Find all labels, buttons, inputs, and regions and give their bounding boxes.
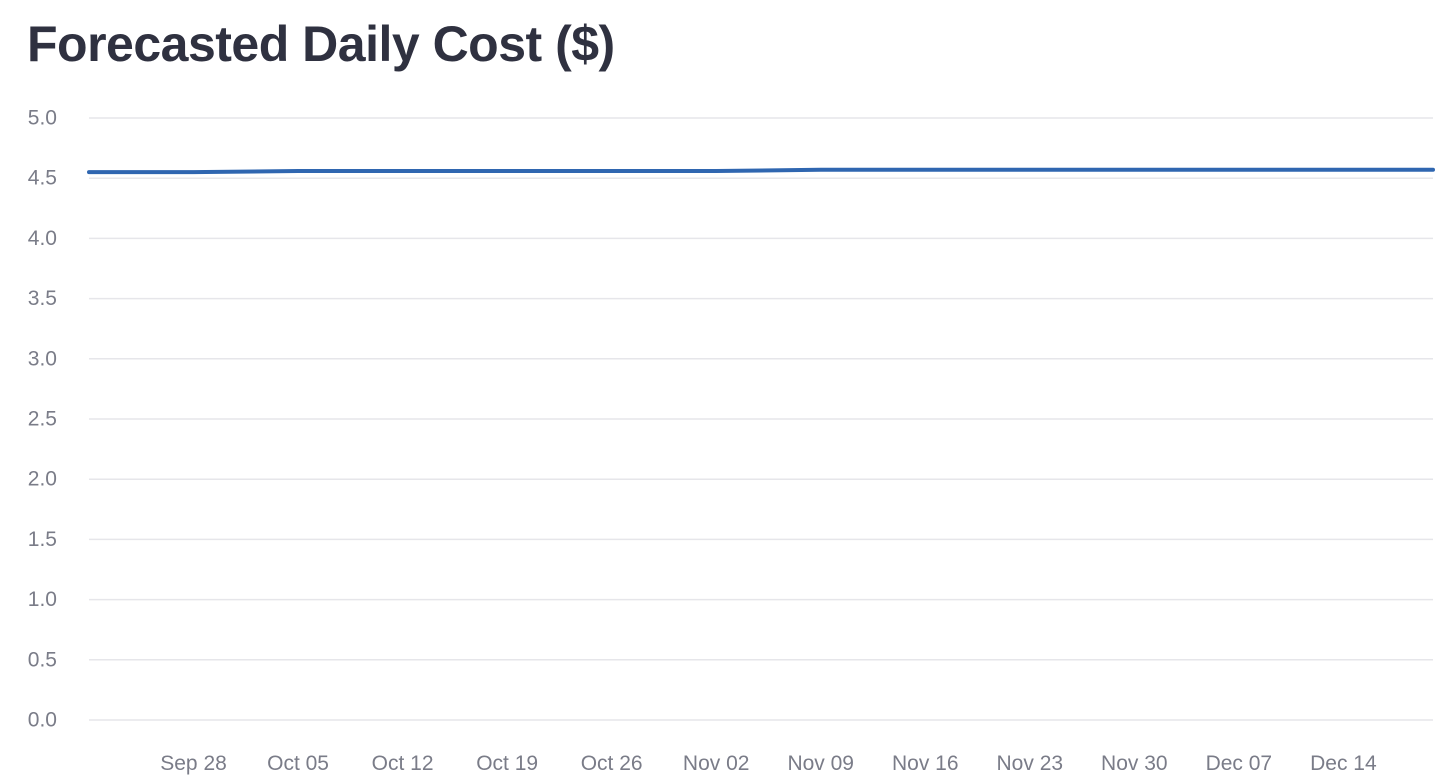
- y-axis: 0.0 0.5 1.0 1.5 2.0 2.5 3.0 3.5 4.0 4.5 5.0: [28, 107, 57, 732]
- x-tick-label: Dec 14: [1310, 752, 1377, 775]
- y-tick-label: 1.0: [28, 588, 57, 611]
- y-tick-label: 1.5: [28, 528, 57, 551]
- chart-area: 0.0 0.5 1.0 1.5 2.0 2.5 3.0 3.5 4.0 4.5 5.0 Sep 28…: [0, 0, 1448, 782]
- y-tick-label: 0.5: [28, 648, 57, 671]
- y-tick-label: 4.5: [28, 167, 57, 190]
- x-tick-label: Nov 16: [892, 752, 959, 775]
- x-tick-label: Nov 30: [1101, 752, 1168, 775]
- x-tick-label: Dec 07: [1206, 752, 1273, 775]
- x-tick-label: Oct 05: [267, 752, 329, 775]
- y-tick-label: 0.0: [28, 709, 57, 732]
- gridlines: [89, 117, 1433, 721]
- x-tick-label: Nov 09: [787, 752, 854, 775]
- y-tick-label: 4.0: [28, 227, 57, 250]
- y-tick-label: 5.0: [28, 107, 57, 130]
- x-tick-label: Oct 19: [476, 752, 538, 775]
- x-tick-label: Oct 12: [372, 752, 434, 775]
- y-tick-label: 3.5: [28, 287, 57, 310]
- series-line: [87, 167, 1435, 175]
- x-tick-label: Nov 02: [683, 752, 750, 775]
- y-tick-label: 2.5: [28, 408, 57, 431]
- y-tick-label: 3.0: [28, 347, 57, 370]
- x-tick-label: Sep 28: [160, 752, 227, 775]
- x-tick-label: Nov 23: [997, 752, 1064, 775]
- line-chart: 0.0 0.5 1.0 1.5 2.0 2.5 3.0 3.5 4.0 4.5 5.0 Sep 28…: [28, 107, 1435, 775]
- x-axis: Sep 28 Oct 05 Oct 12 Oct 19 Oct 26 Nov 02 Nov …: [160, 752, 1377, 775]
- y-tick-label: 2.0: [28, 468, 57, 491]
- series-group: [87, 167, 1435, 175]
- x-tick-label: Oct 26: [581, 752, 643, 775]
- chart-title: Forecasted Daily Cost ($): [27, 16, 615, 72]
